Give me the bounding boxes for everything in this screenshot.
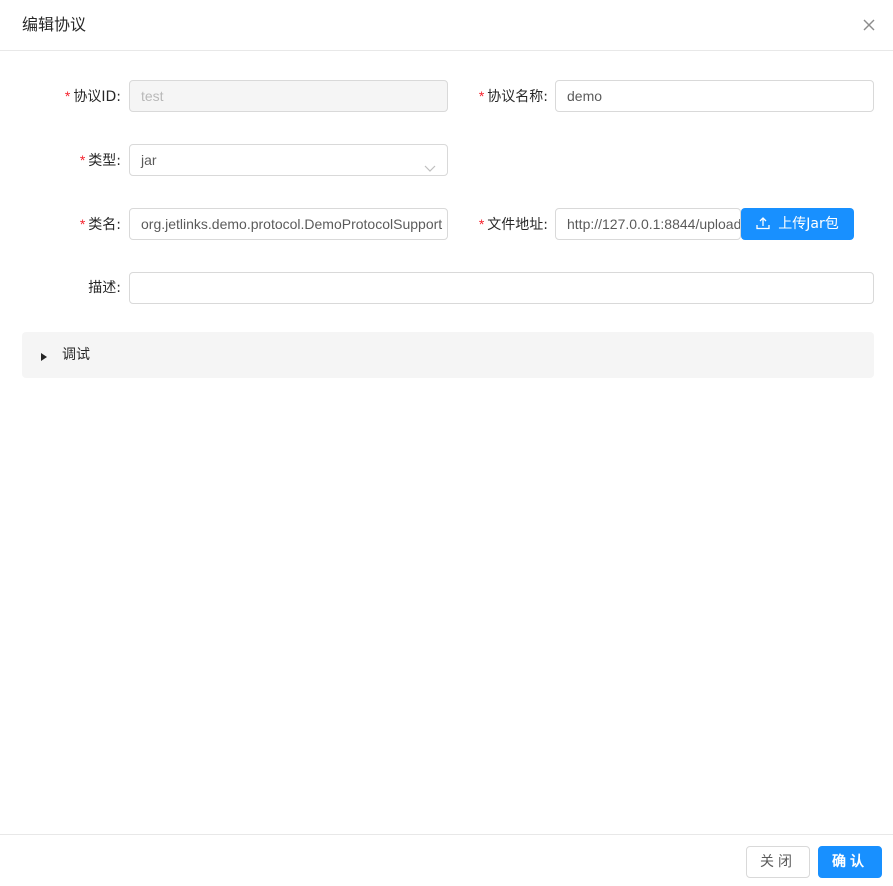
caret-right-icon — [40, 350, 48, 361]
class-name-value: org.jetlinks.demo.protocol.DemoProtocolS… — [141, 216, 443, 232]
class-name-label: * 类名: — [79, 216, 121, 233]
file-address-input[interactable]: http://127.0.0.1:8844/upload — [555, 208, 741, 240]
required-mark: * — [478, 88, 485, 104]
type-select-value: jar — [141, 152, 157, 168]
protocol-name-input[interactable]: demo — [555, 80, 874, 112]
confirm-button[interactable]: 确认 — [818, 846, 882, 878]
required-mark: * — [79, 216, 86, 232]
class-name-input[interactable]: org.jetlinks.demo.protocol.DemoProtocolS… — [129, 208, 448, 240]
file-address-label: * 文件地址: — [478, 216, 548, 233]
type-label: * 类型: — [79, 152, 121, 169]
upload-jar-button[interactable]: 上传Jar包 — [741, 208, 854, 240]
required-mark: * — [478, 216, 485, 232]
dialog-header: 编辑协议 — [0, 0, 893, 51]
protocol-name-label: * 协议名称: — [478, 88, 548, 105]
upload-icon — [756, 217, 770, 230]
dialog-title: 编辑协议 — [22, 15, 87, 34]
debug-collapse-label: 调试 — [62, 347, 90, 363]
close-icon[interactable] — [858, 14, 880, 36]
protocol-name-value: demo — [567, 88, 603, 104]
chevron-down-icon — [424, 154, 436, 172]
description-input[interactable] — [129, 272, 874, 304]
required-mark: * — [64, 88, 71, 104]
protocol-id-label: * 协议ID: — [64, 88, 121, 105]
protocol-id-input: test — [129, 80, 448, 112]
description-label: 描述: — [88, 280, 121, 296]
type-select[interactable]: jar — [129, 144, 448, 176]
close-button[interactable]: 关闭 — [746, 846, 810, 878]
protocol-id-value: test — [141, 88, 164, 104]
file-address-value: http://127.0.0.1:8844/upload — [567, 216, 741, 232]
required-mark: * — [79, 152, 86, 168]
debug-collapse-panel[interactable]: 调试 — [22, 332, 874, 378]
upload-jar-label: 上传Jar包 — [778, 216, 839, 232]
